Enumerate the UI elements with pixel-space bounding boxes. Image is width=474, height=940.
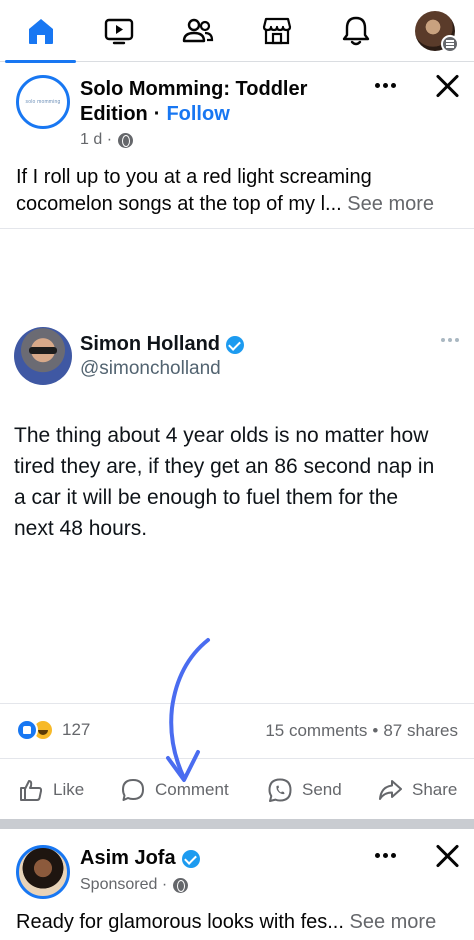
post-text[interactable]: If I roll up to you at a red light screa… (16, 164, 458, 218)
comment-button[interactable]: Comment (120, 770, 229, 810)
post-meta: 1 d · (80, 131, 134, 149)
more-options-icon[interactable] (370, 845, 400, 865)
follow-button[interactable]: Follow (166, 103, 229, 125)
page-avatar[interactable]: solo momming (16, 75, 70, 129)
sponsor-avatar[interactable] (16, 845, 70, 899)
more-options-icon[interactable] (370, 75, 400, 95)
separator-dot: · (153, 103, 161, 125)
sponsored-text-line: Ready for glamorous looks with fes... (16, 911, 344, 933)
globe-icon (118, 132, 134, 148)
sponsored-text[interactable]: Ready for glamorous looks with fes... Se… (16, 909, 458, 936)
reaction-count: 127 (62, 720, 91, 739)
comment-label: Comment (155, 780, 229, 799)
video-icon (104, 18, 133, 45)
tweet-name-text: Simon Holland (80, 333, 220, 355)
messenger-send-icon (268, 778, 292, 802)
comments-count[interactable]: 15 comments (265, 721, 367, 740)
tweet-text-line2: tired they are, if they get an 86 second… (14, 455, 435, 478)
close-icon[interactable] (434, 843, 460, 869)
tweet-author-avatar (14, 327, 72, 385)
page-name-line1[interactable]: Solo Momming: Toddler (80, 78, 307, 100)
marketplace-icon (262, 17, 291, 45)
sponsored-meta: Sponsored · (80, 876, 189, 894)
profile-menu-icon (414, 11, 459, 53)
tab-video[interactable] (79, 0, 158, 62)
post-action-bar: Like Comment Send Share (0, 770, 474, 810)
tweet-text-line3: a car it will be enough to fuel them for… (14, 486, 399, 509)
send-label: Send (302, 780, 342, 799)
like-reaction-icon (16, 719, 38, 741)
tab-home[interactable] (1, 0, 80, 63)
post-author[interactable]: Solo Momming: Toddler (80, 77, 307, 102)
page-name-line2[interactable]: Edition (80, 103, 148, 125)
post-text-line2: cocomelon songs at the top of my l... (16, 193, 342, 215)
sponsor-name[interactable]: Asim Jofa (80, 846, 200, 871)
post-text-line1: If I roll up to you at a red light screa… (16, 166, 372, 188)
annotation-arrow (166, 638, 210, 782)
post-author-line2: Edition · Follow (80, 102, 230, 127)
tweet-author-name: Simon Holland (80, 333, 244, 356)
like-button[interactable]: Like (18, 770, 84, 810)
tab-menu[interactable] (395, 0, 474, 62)
top-navigation (0, 0, 474, 63)
verified-badge-icon (226, 335, 244, 354)
sponsor-name-text[interactable]: Asim Jofa (80, 846, 176, 871)
home-icon (28, 19, 53, 44)
tab-notifications[interactable] (316, 0, 395, 62)
sunglasses (29, 347, 57, 354)
share-arrow-icon (379, 780, 402, 800)
feed-separator (0, 819, 474, 829)
stats-separator: • (372, 721, 379, 740)
tab-friends[interactable] (158, 0, 237, 62)
thumbs-up-icon (20, 780, 43, 801)
see-more-link[interactable]: See more (347, 193, 434, 215)
tab-marketplace[interactable] (237, 0, 316, 62)
friends-icon (182, 18, 213, 43)
close-icon[interactable] (434, 73, 460, 99)
divider (0, 703, 474, 704)
divider (0, 228, 474, 229)
verified-badge-icon (181, 849, 200, 868)
tweet-handle: @simoncholland (80, 358, 221, 379)
comment-icon (122, 779, 144, 801)
divider (0, 758, 474, 759)
sponsored-label[interactable]: Sponsored · (80, 876, 167, 894)
tweet-more-icon (441, 338, 459, 342)
share-button[interactable]: Share (377, 770, 457, 810)
tweet-text-line1: The thing about 4 year olds is no matter… (14, 424, 429, 447)
post-stats: 15 comments • 87 shares (265, 721, 458, 741)
menu-lines-icon (440, 35, 459, 53)
send-button[interactable]: Send (267, 770, 342, 810)
like-label: Like (53, 780, 85, 799)
page-logo: solo momming (25, 99, 61, 105)
shares-count[interactable]: 87 shares (383, 721, 458, 740)
globe-icon (173, 877, 189, 893)
share-label: Share (412, 780, 458, 799)
reactions-summary[interactable]: 127 (16, 719, 90, 741)
bell-icon (342, 16, 369, 46)
see-more-link[interactable]: See more (349, 911, 436, 933)
tweet-text-line4: next 48 hours. (14, 517, 148, 540)
tweet-text: The thing about 4 year olds is no matter… (14, 420, 460, 544)
post-time[interactable]: 1 d · (80, 131, 112, 149)
